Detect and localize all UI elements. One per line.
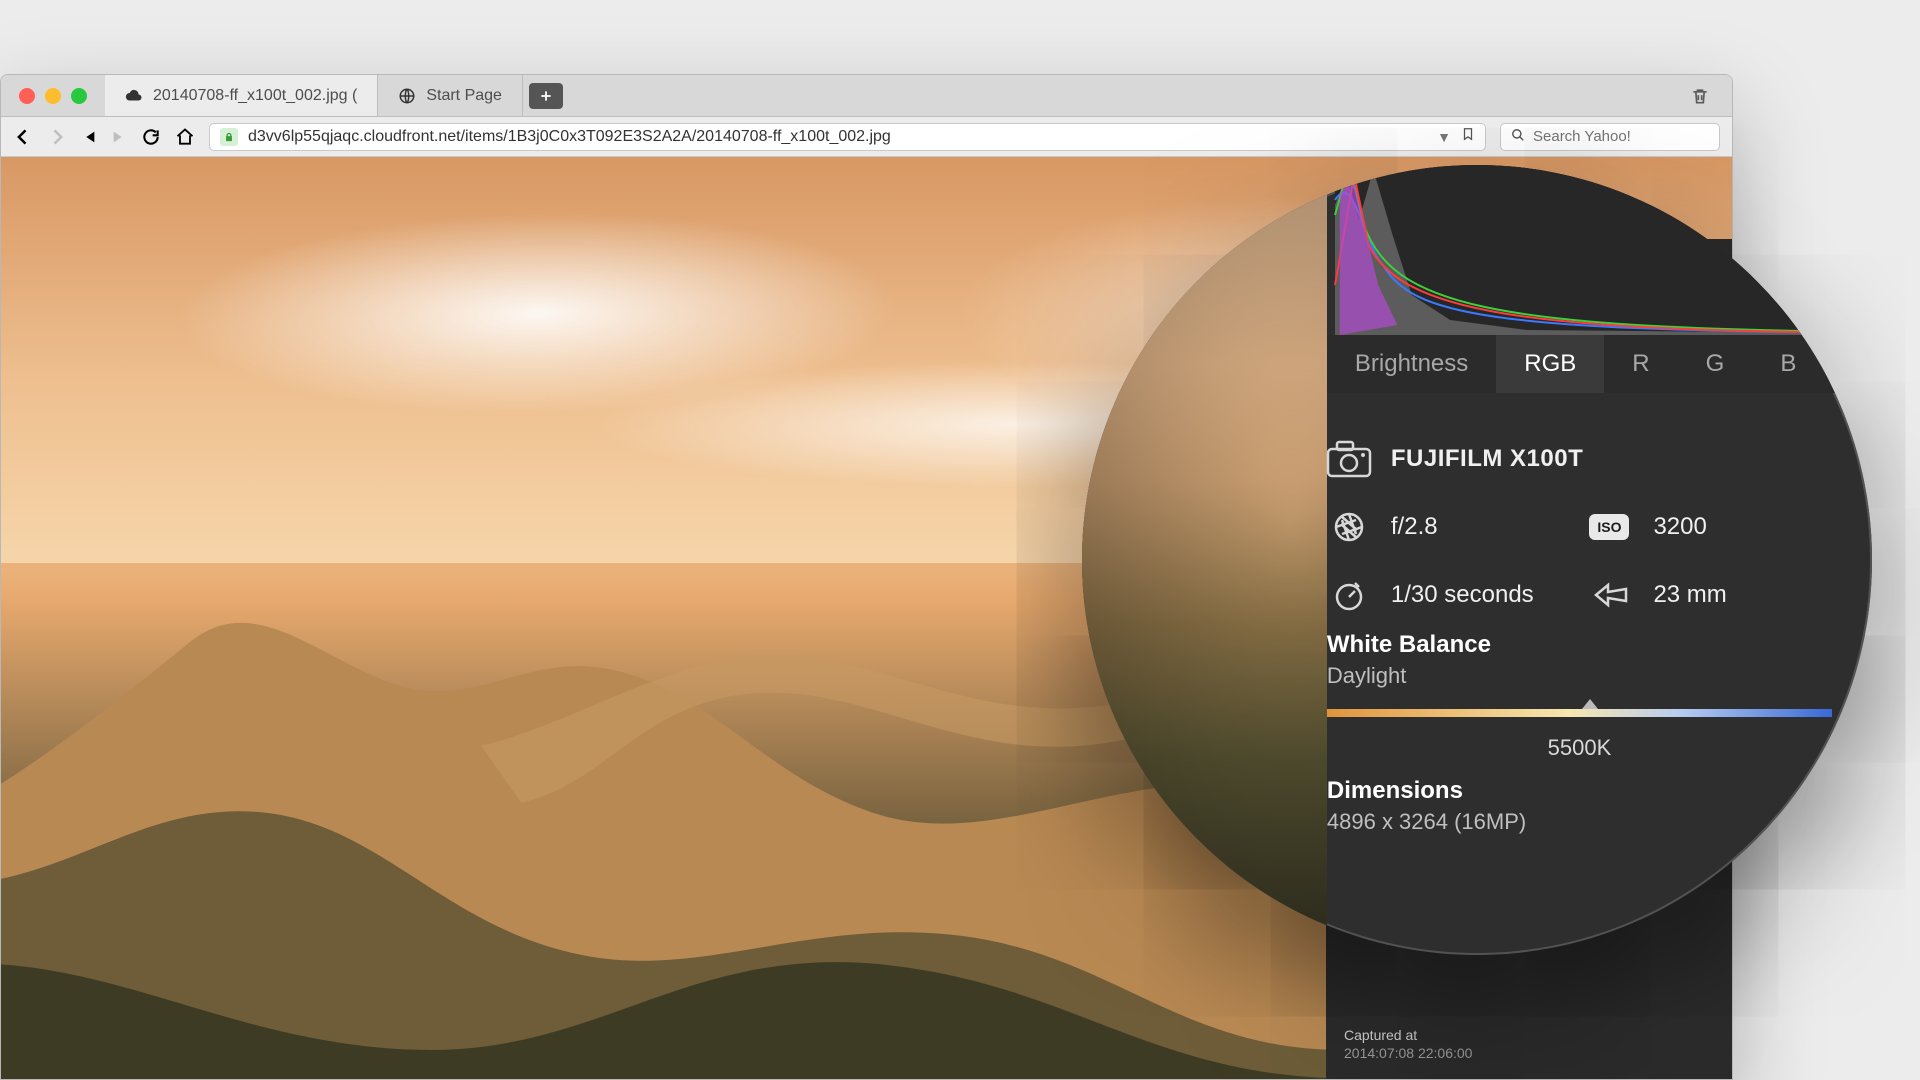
tab-image[interactable]: 20140708-ff_x100t_002.jpg (: [105, 75, 378, 116]
exif-block: FUJIFILM X100T f/2.8 ISO 3200 1/30 secon…: [1327, 413, 1832, 641]
reload-button[interactable]: [141, 127, 161, 147]
camera-icon: [1327, 437, 1371, 481]
focal-value: 23 mm: [1653, 581, 1832, 609]
white-balance: White Balance Daylight 5500K: [1327, 631, 1832, 761]
tab-r[interactable]: R: [1604, 335, 1677, 393]
captured-label: Captured at: [1344, 1027, 1714, 1043]
tab-b[interactable]: B: [1752, 335, 1824, 393]
tab-bar: 20140708-ff_x100t_002.jpg ( Start Page: [1, 75, 1732, 117]
search-provider-icon: [1511, 128, 1525, 146]
forward-button[interactable]: [47, 127, 67, 147]
close-window-button[interactable]: [19, 88, 35, 104]
chevron-left-icon: [13, 127, 33, 147]
focal-length-icon: [1589, 573, 1633, 617]
aperture-value: f/2.8: [1391, 513, 1570, 541]
url-dropdown-icon[interactable]: ▼: [1437, 129, 1451, 145]
wb-indicator: [1582, 699, 1598, 713]
bookmark-icon: [1461, 126, 1475, 142]
tab-g[interactable]: G: [1678, 335, 1753, 393]
search-box[interactable]: ▼: [1500, 123, 1720, 151]
dimensions-title: Dimensions: [1327, 777, 1832, 805]
address-bar[interactable]: d3vv6lp55qjaqc.cloudfront.net/items/1B3j…: [209, 123, 1486, 151]
magnifier-loupe: Brightness RGB R G B FUJIFILM X100T f/2.…: [1082, 165, 1872, 955]
camera-model: FUJIFILM X100T: [1391, 445, 1583, 473]
dimensions-value: 4896 x 3264 (16MP): [1327, 809, 1832, 835]
back-button[interactable]: [13, 127, 33, 147]
histogram: [1335, 165, 1872, 335]
dimensions-block: Dimensions 4896 x 3264 (16MP): [1327, 777, 1832, 835]
tab-label: Start Page: [426, 87, 502, 105]
captured-at: Captured at 2014:07:08 22:06:00: [1344, 1027, 1714, 1061]
iso-badge: ISO: [1589, 514, 1629, 540]
minimize-window-button[interactable]: [45, 88, 61, 104]
wb-mode: Daylight: [1327, 663, 1832, 689]
fast-forward-button[interactable]: [111, 129, 127, 145]
wb-slider[interactable]: [1327, 709, 1832, 717]
tab-brightness[interactable]: Brightness: [1327, 335, 1496, 393]
trash-button[interactable]: [1668, 75, 1732, 116]
new-tab-button[interactable]: [529, 83, 563, 109]
rewind-button[interactable]: [81, 129, 97, 145]
trash-icon: [1690, 86, 1710, 106]
iso-icon: ISO: [1589, 505, 1633, 549]
search-input[interactable]: [1533, 128, 1732, 145]
histogram-tabs: Brightness RGB R G B: [1327, 335, 1872, 393]
globe-icon: [398, 87, 416, 105]
lock-icon: [220, 128, 238, 146]
home-button[interactable]: [175, 127, 195, 147]
loupe-photo-slice: [1082, 165, 1327, 955]
skip-back-icon: [81, 129, 97, 145]
url-text: d3vv6lp55qjaqc.cloudfront.net/items/1B3j…: [248, 128, 891, 146]
tab-startpage[interactable]: Start Page: [378, 75, 523, 116]
chevron-right-icon: [47, 127, 67, 147]
wb-title: White Balance: [1327, 631, 1832, 659]
window-controls: [1, 75, 105, 116]
cloud-icon: [125, 87, 143, 105]
tab-rgb[interactable]: RGB: [1496, 335, 1604, 393]
wb-kelvin: 5500K: [1327, 735, 1832, 761]
skip-forward-icon: [111, 129, 127, 145]
iso-value: 3200: [1653, 513, 1832, 541]
toolbar: d3vv6lp55qjaqc.cloudfront.net/items/1B3j…: [1, 117, 1732, 157]
reload-icon: [141, 127, 161, 147]
aperture-icon: [1327, 505, 1371, 549]
home-icon: [175, 127, 195, 147]
shutter-icon: [1327, 573, 1371, 617]
shutter-value: 1/30 seconds: [1391, 581, 1570, 609]
captured-value: 2014:07:08 22:06:00: [1344, 1045, 1714, 1061]
bookmark-button[interactable]: [1461, 126, 1475, 147]
zoom-window-button[interactable]: [71, 88, 87, 104]
tab-label: 20140708-ff_x100t_002.jpg (: [153, 87, 357, 105]
